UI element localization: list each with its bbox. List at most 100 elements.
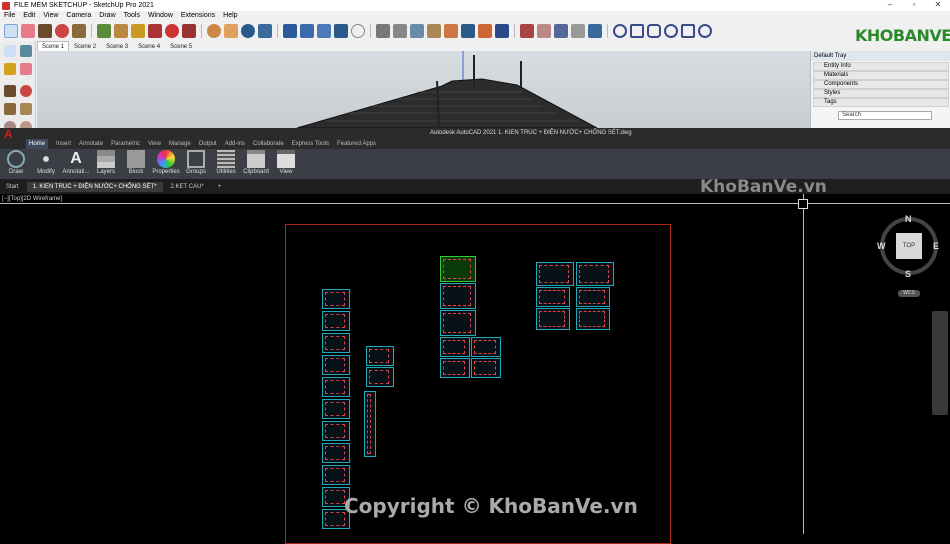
solid-tools-icon[interactable] — [461, 24, 475, 38]
tab-parametric[interactable]: Parametric — [111, 139, 140, 149]
panel-layers[interactable]: Layers — [92, 150, 120, 178]
zoom-extents-icon[interactable] — [258, 24, 272, 38]
protractor-icon[interactable] — [410, 24, 424, 38]
drawing-sheet[interactable] — [322, 289, 350, 309]
select-icon[interactable] — [4, 45, 16, 57]
style-icon[interactable] — [351, 24, 365, 38]
pan-tool-icon[interactable] — [224, 24, 238, 38]
rectangle-icon[interactable] — [4, 103, 16, 115]
rotated-rectangle-icon[interactable] — [20, 103, 32, 115]
pencil-tool-icon[interactable] — [38, 24, 52, 38]
panel-annotation[interactable]: A Annotati... — [62, 150, 90, 178]
freehand-icon[interactable] — [20, 85, 32, 97]
maximize-button[interactable]: ▫ — [902, 0, 926, 11]
eraser-tool-icon[interactable] — [21, 24, 35, 38]
tab-scene-3[interactable]: Scene 3 — [101, 41, 133, 51]
orbit-tool-icon[interactable] — [207, 24, 221, 38]
move-tool-icon[interactable] — [148, 24, 162, 38]
tab-annotate[interactable]: Annotate — [79, 139, 103, 149]
tray-item-entity-info[interactable]: Entity Info — [813, 62, 949, 71]
paint-bucket-icon[interactable] — [444, 24, 458, 38]
tab-add-ins[interactable]: Add-ins — [225, 139, 245, 149]
line-icon[interactable] — [4, 85, 16, 97]
drawing-sheet[interactable] — [536, 308, 570, 330]
drawing-sheet[interactable] — [471, 358, 501, 378]
drawing-sheet[interactable] — [440, 283, 476, 309]
new-tab-button[interactable]: + — [212, 182, 228, 192]
paint-icon[interactable] — [4, 63, 16, 75]
compass-south[interactable]: S — [905, 269, 911, 279]
minimize-button[interactable]: – — [878, 0, 902, 11]
drawing-sheet[interactable] — [576, 262, 614, 286]
drape-icon[interactable] — [554, 24, 568, 38]
zoom-tool-icon[interactable] — [241, 24, 255, 38]
tab-scene-4[interactable]: Scene 4 — [133, 41, 165, 51]
view-iso-icon[interactable] — [283, 24, 297, 38]
autocad-logo[interactable]: A — [4, 128, 13, 140]
sketchup-viewport[interactable] — [37, 51, 810, 128]
tab-express-tools[interactable]: Express Tools — [292, 139, 329, 149]
drawing-sheet[interactable] — [322, 399, 350, 419]
shape-tool-icon[interactable] — [72, 24, 86, 38]
tray-search-input[interactable]: Search — [838, 111, 932, 120]
menu-edit[interactable]: Edit — [23, 11, 35, 21]
compass-north[interactable]: N — [905, 214, 912, 224]
tape-tool-icon[interactable] — [131, 24, 145, 38]
drawing-sheet[interactable] — [322, 377, 350, 397]
drawing-sheet[interactable] — [440, 337, 470, 357]
drawing-sheet[interactable] — [576, 287, 610, 307]
tab-doc-kien-truc[interactable]: 1. KIEN TRUC + ĐIỆN NƯỚC+ CHỐNG SÉT* — [26, 181, 163, 192]
close-button[interactable]: ✕ — [926, 0, 950, 11]
tray-item-styles[interactable]: Styles — [813, 89, 949, 98]
extension-icon[interactable] — [495, 24, 509, 38]
tab-insert[interactable]: Insert — [56, 139, 71, 149]
panel-view[interactable]: View — [272, 150, 300, 178]
tab-doc-ket-cau[interactable]: 2.KET CAU* — [165, 182, 210, 192]
line-tool-icon[interactable] — [376, 24, 390, 38]
polygon-tool-icon[interactable] — [681, 24, 695, 38]
view-right-icon[interactable] — [334, 24, 348, 38]
flip-edge-icon[interactable] — [571, 24, 585, 38]
pushpull-tool-icon[interactable] — [97, 24, 111, 38]
sandbox-icon[interactable] — [520, 24, 534, 38]
drawing-sheet[interactable] — [322, 421, 350, 441]
view-top-icon[interactable] — [300, 24, 314, 38]
viewcube-top-face[interactable]: TOP — [896, 233, 922, 259]
tab-scene-1[interactable]: Scene 1 — [37, 41, 70, 51]
compass-west[interactable]: W — [877, 241, 886, 251]
menu-file[interactable]: File — [4, 11, 15, 21]
navigation-bar[interactable] — [932, 311, 948, 415]
tab-output[interactable]: Output — [199, 139, 217, 149]
arc-tool-icon[interactable] — [55, 24, 69, 38]
tab-scene-5[interactable]: Scene 5 — [165, 41, 197, 51]
bezier-tool-icon[interactable] — [647, 24, 661, 38]
offset-tool-icon[interactable] — [114, 24, 128, 38]
tray-item-materials[interactable]: Materials — [813, 71, 949, 80]
tray-item-components[interactable]: Components — [813, 80, 949, 89]
tab-collaborate[interactable]: Collaborate — [253, 139, 284, 149]
scale-tool-icon[interactable] — [182, 24, 196, 38]
drawing-sheet[interactable] — [440, 310, 476, 336]
menu-camera[interactable]: Camera — [66, 11, 91, 21]
compass-east[interactable]: E — [933, 241, 939, 251]
rotate-tool-icon[interactable] — [165, 24, 179, 38]
drawing-sheet[interactable] — [366, 367, 394, 387]
panel-groups[interactable]: Groups — [182, 150, 210, 178]
drawing-sheet[interactable] — [536, 287, 570, 307]
drawing-sheet[interactable] — [322, 443, 350, 463]
panel-clipboard[interactable]: Clipboard — [242, 150, 270, 178]
view-front-icon[interactable] — [317, 24, 331, 38]
menu-help[interactable]: Help — [223, 11, 237, 21]
drawing-sheet[interactable] — [440, 256, 476, 282]
menu-extensions[interactable]: Extensions — [181, 11, 215, 21]
stamp-icon[interactable] — [537, 24, 551, 38]
section-plane-icon[interactable] — [427, 24, 441, 38]
drawing-sheet[interactable] — [322, 355, 350, 375]
warehouse-icon[interactable] — [478, 24, 492, 38]
component-icon[interactable] — [20, 45, 32, 57]
menu-view[interactable]: View — [43, 11, 58, 21]
tab-scene-2[interactable]: Scene 2 — [69, 41, 101, 51]
select-tool-icon[interactable] — [4, 24, 18, 38]
tab-view[interactable]: View — [148, 139, 161, 149]
tray-item-tags[interactable]: Tags — [813, 98, 949, 107]
